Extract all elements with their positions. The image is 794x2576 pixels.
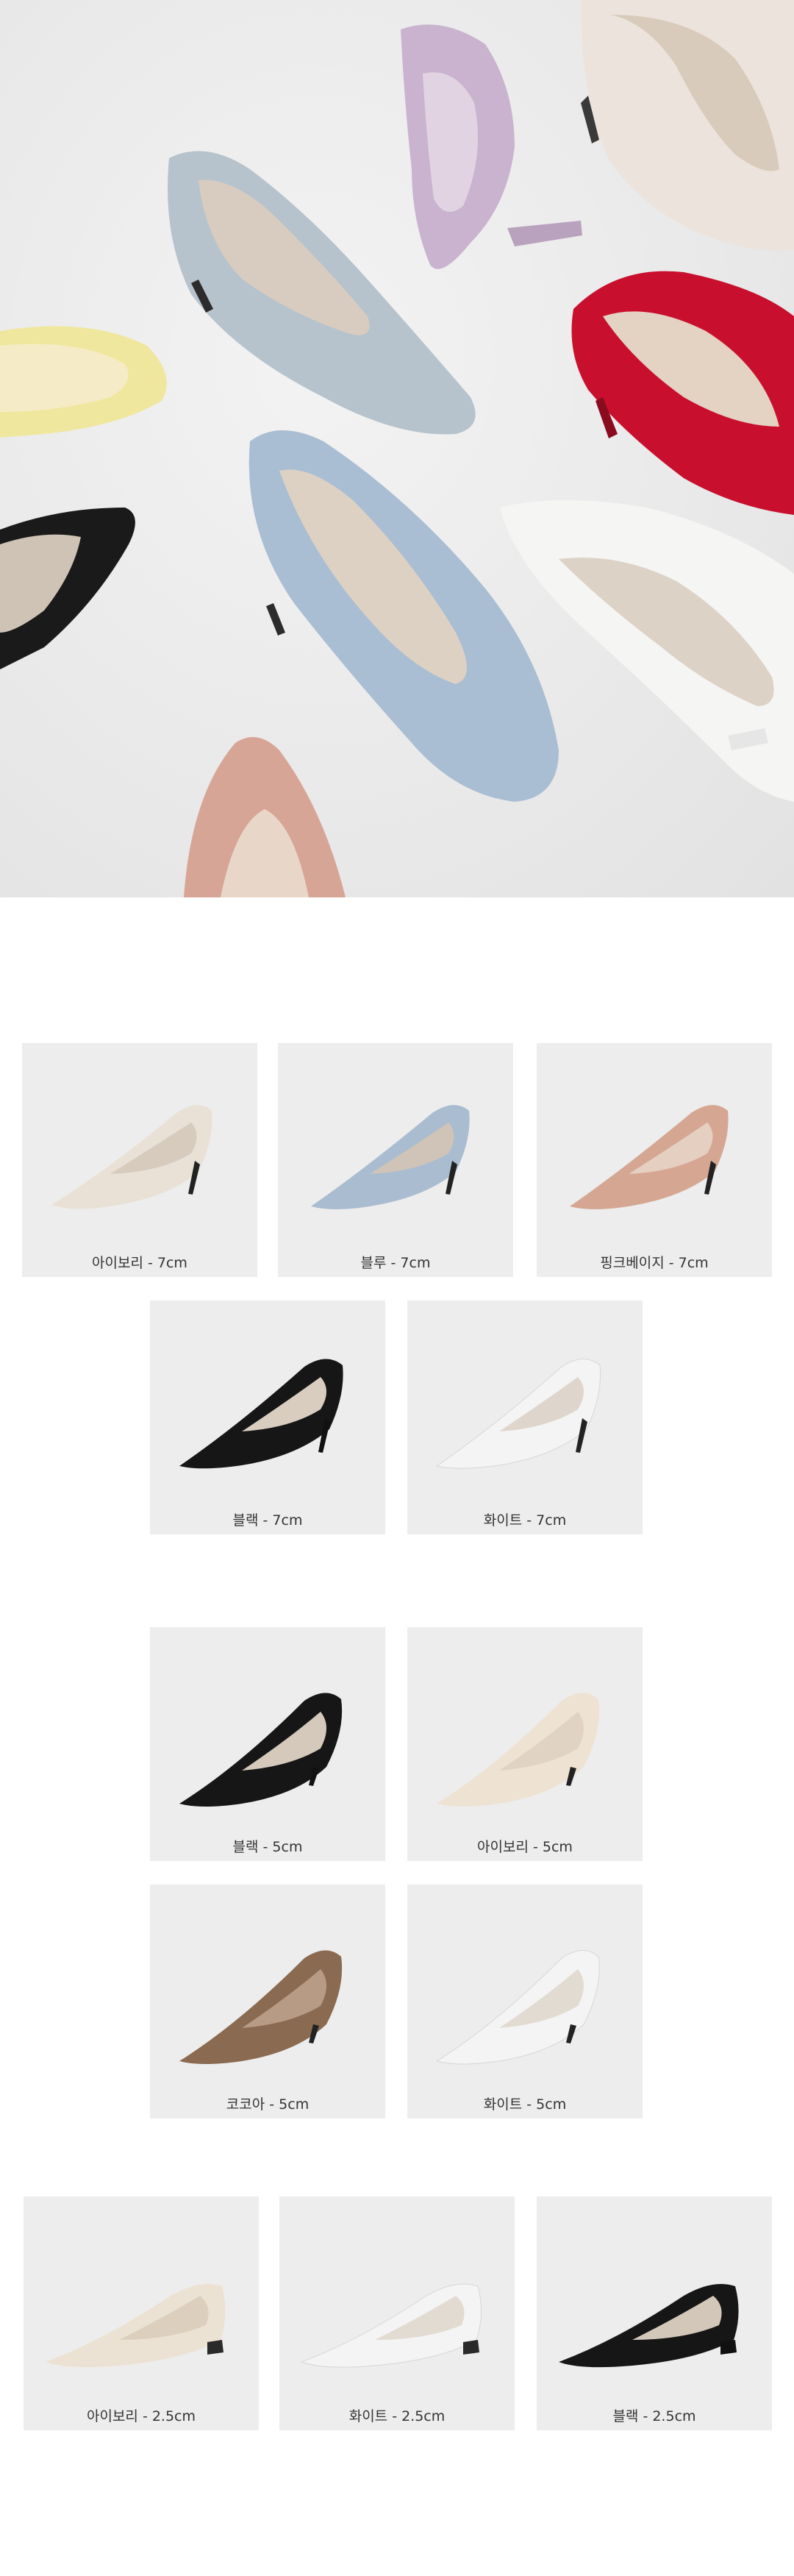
product-caption: 아이보리 - 2.5cm [86,2408,196,2424]
shoe-image [300,2283,482,2368]
hero-shoes-illustration [0,0,794,897]
shoe-image [179,1693,343,1807]
shoe-image [437,1693,600,1807]
product-tile-black-5cm[interactable]: 블랙 - 5cm [150,1627,385,1861]
sky-blue-pump [248,430,559,802]
product-tile-ivory-25cm[interactable]: 아이보리 - 2.5cm [24,2196,259,2430]
product-tile-white-7cm[interactable]: 화이트 - 7cm [407,1301,643,1534]
product-tile-ivory-7cm[interactable]: 아이보리 - 7cm [22,1043,257,1277]
product-caption: 블랙 - 5cm [232,1839,303,1855]
product-tile-cocoa-5cm[interactable]: 코코아 - 5cm [150,1885,385,2118]
black-pump [0,508,135,669]
shoe-image [179,1359,343,1469]
red-pump [571,271,794,515]
shoe-image [570,1105,729,1209]
shoe-image [46,2283,226,2368]
product-tile-white-25cm[interactable]: 화이트 - 2.5cm [279,2196,515,2430]
yellow-pump [0,326,167,438]
product-caption: 화이트 - 7cm [483,1512,567,1529]
product-caption: 아이보리 - 5cm [477,1839,573,1855]
shoe-image [179,1950,343,2064]
shoe-image [51,1105,212,1209]
product-tile-black-25cm[interactable]: 블랙 - 2.5cm [537,2196,772,2430]
hero-banner-image [0,0,794,897]
shoe-image [435,1950,600,2065]
product-caption: 아이보리 - 7cm [92,1255,187,1271]
shoe-image [559,2283,739,2368]
product-tile-black-7cm[interactable]: 블랙 - 7cm [150,1301,385,1534]
product-caption: 화이트 - 2.5cm [348,2408,446,2424]
product-caption: 화이트 - 5cm [483,2096,567,2113]
lavender-pump [401,24,582,269]
product-caption: 코코아 - 5cm [226,2096,310,2113]
product-tile-ivory-5cm[interactable]: 아이보리 - 5cm [407,1627,643,1861]
product-tile-white-5cm[interactable]: 화이트 - 5cm [407,1885,643,2118]
product-caption: 블랙 - 2.5cm [612,2408,696,2424]
product-caption: 블랙 - 7cm [232,1512,303,1529]
product-tile-pinkbeige-7cm[interactable]: 핑크베이지 - 7cm [537,1043,772,1277]
product-tile-blue-7cm[interactable]: 블루 - 7cm [278,1043,513,1277]
shoe-image [435,1359,601,1469]
ivory-pump [581,0,794,251]
product-caption: 블루 - 7cm [360,1255,431,1271]
pink-beige-pump [184,737,346,897]
product-caption: 핑크베이지 - 7cm [600,1255,709,1271]
shoe-image [311,1105,470,1209]
